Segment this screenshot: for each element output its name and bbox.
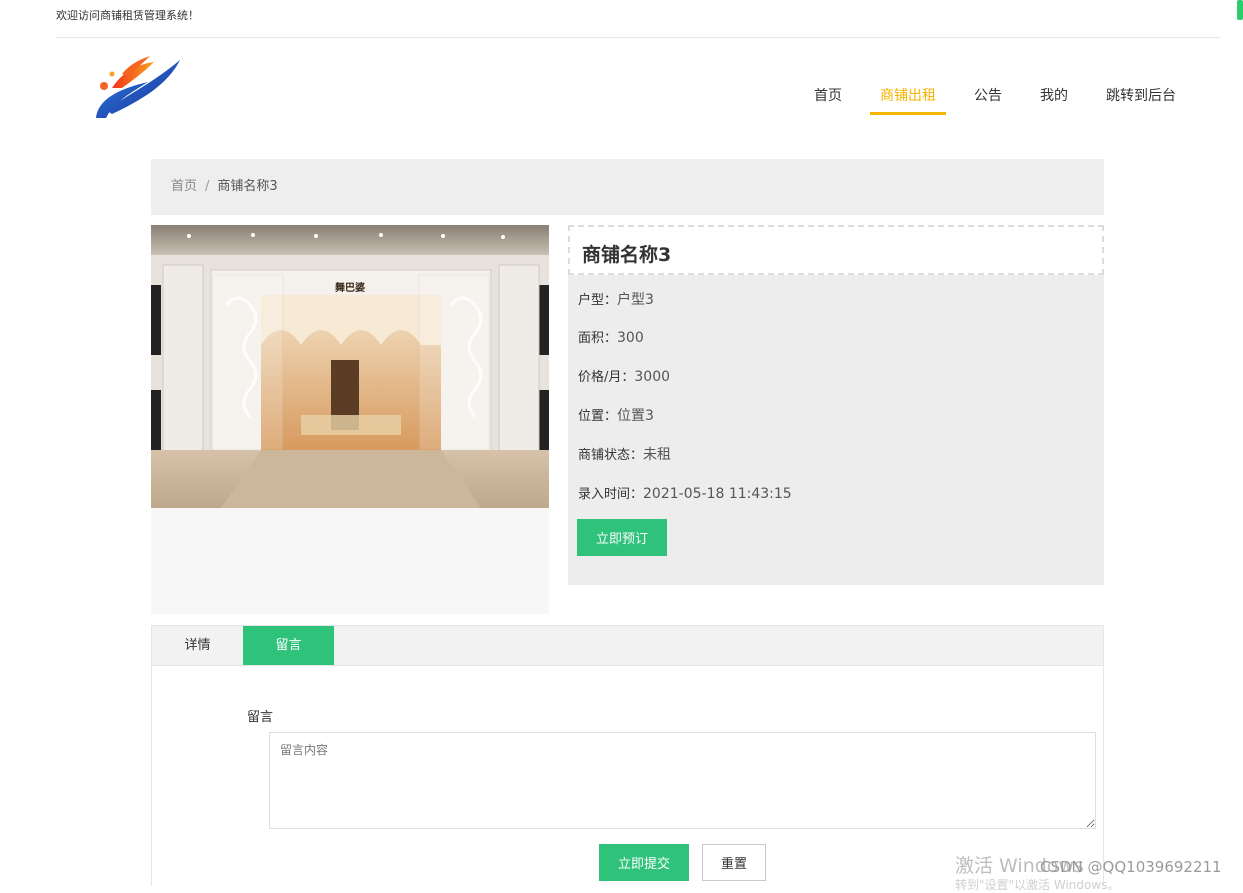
tab-details[interactable]: 详情 bbox=[152, 626, 243, 665]
reset-button[interactable]: 重置 bbox=[702, 844, 766, 881]
scrollbar-thumb[interactable] bbox=[1237, 0, 1243, 20]
nav-item-my[interactable]: 我的 bbox=[1021, 86, 1087, 115]
submit-button[interactable]: 立即提交 bbox=[599, 844, 689, 881]
field-label: 位置： bbox=[578, 409, 618, 424]
top-bar: 欢迎访问商铺租赁管理系统！ bbox=[0, 0, 1243, 38]
shop-info-panel: 商铺名称3 户型：户型3 面积：300 价格/月：3000 位置：位置3 商铺状… bbox=[568, 225, 1104, 585]
shop-photo: 舞巴婆 bbox=[151, 225, 549, 508]
comment-textarea[interactable] bbox=[269, 732, 1096, 829]
site-logo[interactable] bbox=[92, 52, 184, 124]
breadcrumb: 首页 / 商铺名称3 bbox=[151, 159, 1104, 215]
windows-activation-hint: 转到"设置"以激活 Windows。 bbox=[955, 878, 1120, 892]
nav-item-home[interactable]: 首页 bbox=[795, 86, 861, 115]
brand-logo-icon bbox=[96, 56, 180, 118]
field-value: 300 bbox=[617, 330, 644, 346]
welcome-text: 欢迎访问商铺租赁管理系统！ bbox=[56, 9, 199, 22]
breadcrumb-separator: / bbox=[205, 179, 210, 194]
field-label: 面积： bbox=[578, 331, 618, 346]
field-value: 未租 bbox=[643, 447, 672, 463]
field-monthly-price: 价格/月：3000 bbox=[578, 366, 670, 385]
book-now-button[interactable]: 立即预订 bbox=[577, 519, 667, 556]
field-label: 价格/月： bbox=[578, 370, 635, 385]
field-value: 户型3 bbox=[617, 292, 654, 308]
detail-tabs-panel: 详情 留言 留言 立即提交 重置 bbox=[151, 625, 1104, 886]
field-entry-time: 录入时间：2021-05-18 11:43:15 bbox=[578, 483, 792, 502]
tab-comments[interactable]: 留言 bbox=[243, 626, 334, 665]
tab-bar: 详情 留言 bbox=[152, 626, 1103, 666]
field-value: 2021-05-18 11:43:15 bbox=[643, 486, 792, 502]
shop-sign-text: 舞巴婆 bbox=[335, 281, 365, 294]
shop-title: 商铺名称3 bbox=[582, 244, 672, 266]
field-label: 商铺状态： bbox=[578, 448, 644, 463]
breadcrumb-home-link[interactable]: 首页 bbox=[171, 179, 197, 194]
field-value: 位置3 bbox=[617, 408, 654, 424]
nav-item-admin[interactable]: 跳转到后台 bbox=[1087, 86, 1195, 115]
field-label: 户型： bbox=[578, 293, 618, 308]
field-area: 面积：300 bbox=[578, 327, 644, 346]
field-value: 3000 bbox=[634, 369, 671, 385]
nav-item-shop-rental[interactable]: 商铺出租 bbox=[861, 86, 955, 115]
nav-item-announcements[interactable]: 公告 bbox=[955, 86, 1021, 115]
breadcrumb-current: 商铺名称3 bbox=[217, 179, 278, 194]
field-label: 录入时间： bbox=[578, 487, 644, 502]
shop-image-panel: 舞巴婆 bbox=[151, 225, 549, 614]
comment-label: 留言 bbox=[247, 710, 274, 725]
csdn-watermark: CSDN @QQ1039692211 bbox=[1040, 858, 1222, 876]
field-location: 位置：位置3 bbox=[578, 405, 654, 425]
main-nav: 首页 商铺出租 公告 我的 跳转到后台 bbox=[795, 86, 1195, 115]
field-status: 商铺状态：未租 bbox=[578, 444, 671, 464]
shop-title-box: 商铺名称3 bbox=[568, 225, 1104, 275]
top-divider bbox=[56, 37, 1220, 38]
field-unit-type: 户型：户型3 bbox=[578, 289, 654, 309]
